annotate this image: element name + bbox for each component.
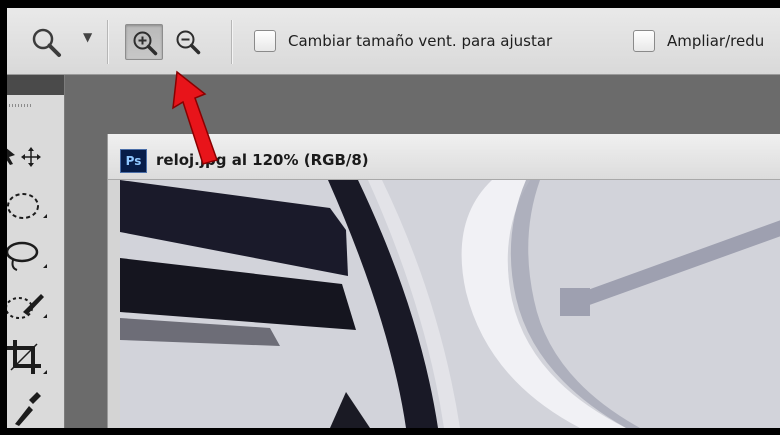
document-window: Ps reloj.jpg al 120% (RGB/8) (107, 134, 780, 428)
zoom-out-icon (176, 30, 201, 55)
app-window: ▼ Cambiar tamaño vent. para ajustar Ampl… (7, 8, 780, 428)
eyedropper-tool-icon (15, 392, 41, 426)
panel-grip[interactable] (9, 104, 31, 107)
marquee-tool[interactable] (7, 188, 55, 232)
tool-preset-picker[interactable] (29, 26, 65, 58)
zoom-icon (32, 28, 61, 57)
move-tool[interactable] (7, 138, 55, 182)
photoshop-logo-icon: Ps (120, 149, 147, 173)
quick-selection-tool[interactable] (7, 288, 55, 332)
clock-photo (120, 180, 780, 428)
crop-tool[interactable] (7, 338, 55, 382)
zoom-in-icon (133, 31, 158, 56)
triangle-down-icon[interactable]: ▼ (83, 30, 92, 44)
image-canvas[interactable] (120, 180, 780, 428)
divider (231, 20, 233, 64)
divider (107, 20, 109, 64)
quick-selection-tool-icon (7, 294, 47, 319)
tools-panel-header[interactable] (7, 75, 64, 95)
resize-windows-checkbox[interactable] (254, 30, 276, 52)
options-bar: ▼ Cambiar tamaño vent. para ajustar Ampl… (7, 8, 780, 75)
zoom-in-button[interactable] (125, 24, 163, 60)
zoom-all-windows-checkbox[interactable] (633, 30, 655, 52)
resize-windows-label: Cambiar tamaño vent. para ajustar (288, 32, 553, 50)
marquee-tool-icon (7, 193, 47, 219)
move-tool-icon (7, 147, 41, 167)
lasso-tool-icon (7, 241, 47, 271)
crop-tool-icon (7, 340, 47, 374)
red-annotation-arrow-icon (172, 70, 218, 165)
zoom-all-windows-label: Ampliar/redu (667, 32, 765, 50)
zoom-out-button[interactable] (169, 24, 207, 60)
lasso-tool[interactable] (7, 238, 55, 282)
tools-panel (7, 75, 65, 428)
eyedropper-tool[interactable] (7, 388, 55, 428)
